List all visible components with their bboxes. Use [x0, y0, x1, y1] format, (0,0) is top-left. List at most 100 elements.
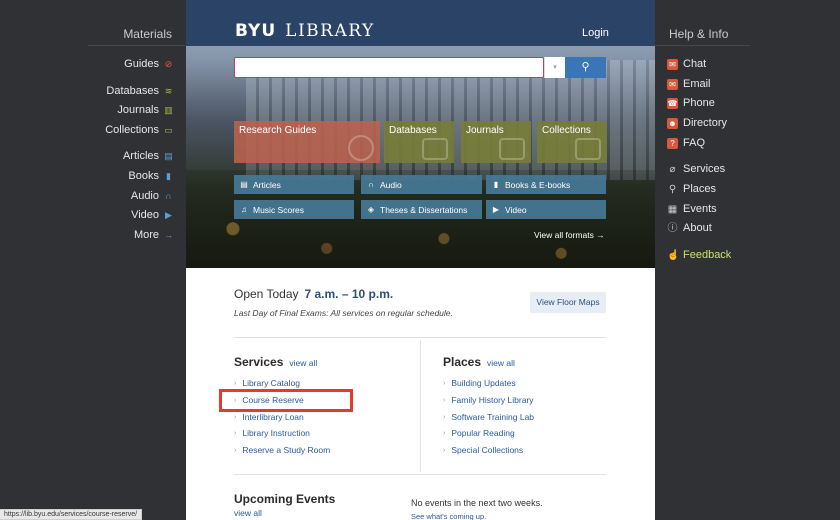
sidebar-item-books[interactable]: Books ▮	[128, 170, 173, 182]
search-button[interactable]: ⚲	[565, 57, 606, 78]
drawer-icon	[575, 138, 601, 160]
thumbs-up-icon: ☝	[667, 249, 680, 261]
browser-status-url: https://lib.byu.edu/services/course-rese…	[0, 509, 143, 520]
chevron-right-icon: ›	[234, 446, 237, 454]
header-bar: BYU LIBRARY Login	[186, 0, 655, 46]
help-item-directory[interactable]: ☻ Directory	[667, 117, 727, 129]
format-theses-button[interactable]: ◈ Theses & Dissertations	[361, 200, 482, 219]
sidebar-item-collections[interactable]: Collections ▭	[105, 124, 173, 136]
hours-time[interactable]: 7 a.m. – 10 p.m.	[305, 287, 394, 301]
upcoming-events-heading: Upcoming Events	[234, 492, 336, 506]
help-item-email[interactable]: ✉ Email	[667, 78, 711, 90]
video-icon: ▶	[165, 209, 172, 220]
events-view-all-link[interactable]: view all	[234, 508, 262, 518]
compass-icon	[348, 135, 374, 161]
format-label: Articles	[253, 179, 281, 190]
place-link-software-training[interactable]: › Software Training Lab	[443, 412, 534, 422]
service-link-library-instruction[interactable]: › Library Instruction	[234, 428, 310, 438]
hours-label: Open Today	[234, 287, 299, 301]
help-item-events[interactable]: ▦ Events	[667, 203, 717, 215]
format-video-button[interactable]: ▶ Video	[486, 200, 606, 219]
services-view-all-link[interactable]: view all	[289, 358, 317, 368]
hours-heading: Open Today 7 a.m. – 10 p.m.	[234, 287, 393, 301]
format-articles-button[interactable]: ▤ Articles	[234, 175, 354, 194]
format-music-scores-button[interactable]: ♫ Music Scores	[234, 200, 354, 219]
question-icon: ?	[667, 137, 678, 149]
document-icon: ▤	[240, 179, 248, 189]
help-item-faq[interactable]: ? FAQ	[667, 137, 705, 149]
help-item-label: Directory	[683, 117, 728, 129]
materials-title: Materials	[123, 27, 172, 41]
video-icon: ▶	[492, 204, 500, 214]
help-item-phone[interactable]: ☎ Phone	[667, 97, 715, 109]
sidebar-item-label: More	[133, 229, 159, 241]
research-guides-tile[interactable]: Research Guides	[234, 121, 380, 163]
place-link-special-collections[interactable]: › Special Collections	[443, 445, 523, 455]
sidebar-item-articles[interactable]: Articles ▤	[123, 150, 173, 162]
databases-tile[interactable]: Databases	[384, 121, 454, 163]
sidebar-item-journals[interactable]: Journals ▥	[117, 104, 173, 116]
journals-tile[interactable]: Journals	[461, 121, 531, 163]
main-content: BYU LIBRARY Login ▾ ⚲ Research Guides Da…	[186, 0, 655, 520]
no-events-message: No events in the next two weeks.	[411, 498, 543, 508]
place-link-building-updates[interactable]: › Building Updates	[443, 378, 516, 388]
help-item-about[interactable]: ⓘ About	[667, 222, 712, 234]
login-link[interactable]: Login	[582, 27, 609, 39]
places-heading: Places view all	[443, 355, 515, 369]
stack-icon: ≋	[164, 85, 173, 96]
view-all-formats-link[interactable]: View all formats →	[534, 230, 605, 240]
paperclip-icon: ⌀	[669, 163, 676, 175]
service-link-library-catalog[interactable]: › Library Catalog	[234, 378, 300, 388]
books-icon	[499, 138, 525, 160]
sidebar-item-label: Collections	[105, 124, 159, 136]
search-scope-dropdown[interactable]: ▾	[544, 57, 565, 78]
help-item-places[interactable]: ⚲ Places	[667, 183, 716, 195]
sidebar-item-databases[interactable]: Databases ≋	[106, 85, 173, 97]
help-item-chat[interactable]: ✉ Chat	[667, 58, 706, 70]
link-label: Family History Library	[451, 395, 534, 405]
feedback-link[interactable]: ☝ Feedback	[667, 249, 731, 261]
column-divider	[420, 340, 421, 472]
format-books-button[interactable]: ▮ Books & E-books	[486, 175, 606, 194]
logo-byu: BYU	[235, 21, 277, 41]
sidebar-item-video[interactable]: Video ▶	[131, 209, 173, 221]
format-label: Theses & Dissertations	[380, 204, 468, 215]
help-info-divider	[655, 45, 750, 46]
sidebar-item-guides[interactable]: Guides ⊘	[124, 58, 173, 70]
places-view-all-link[interactable]: view all	[487, 358, 515, 368]
tile-label: Databases	[389, 125, 437, 136]
see-coming-up-link[interactable]: See what's coming up.	[411, 512, 486, 520]
help-item-services[interactable]: ⌀ Services	[667, 163, 725, 175]
section-divider	[234, 474, 606, 475]
link-label: Reserve a Study Room	[242, 445, 331, 455]
format-label: Video	[505, 204, 527, 215]
tile-label: Journals	[466, 125, 504, 136]
help-item-label: Chat	[683, 58, 707, 70]
view-floor-maps-button[interactable]: View Floor Maps	[530, 292, 606, 313]
help-item-label: Email	[683, 78, 711, 90]
sidebar-item-audio[interactable]: Audio ∩	[131, 190, 173, 202]
format-label: Books & E-books	[505, 179, 571, 190]
link-label: Special Collections	[451, 445, 524, 455]
place-link-popular-reading[interactable]: › Popular Reading	[443, 428, 515, 438]
format-label: Music Scores	[253, 204, 305, 215]
sidebar-item-more[interactable]: More →	[134, 229, 173, 241]
format-audio-button[interactable]: ∩ Audio	[361, 175, 482, 194]
sidebar-item-label: Articles	[122, 150, 159, 162]
chevron-right-icon: ›	[234, 413, 237, 421]
byu-library-logo[interactable]: BYU LIBRARY	[235, 21, 375, 41]
collections-tile[interactable]: Collections	[537, 121, 607, 163]
place-link-family-history[interactable]: › Family History Library	[443, 395, 534, 405]
sidebar-item-label: Guides	[124, 58, 159, 70]
tile-label: Research Guides	[239, 125, 317, 136]
service-link-reserve-study-room[interactable]: › Reserve a Study Room	[234, 445, 330, 455]
headphones-icon: ∩	[368, 179, 374, 189]
chevron-right-icon: ›	[443, 396, 446, 404]
feedback-label: Feedback	[683, 249, 732, 261]
search-input[interactable]	[234, 57, 544, 78]
service-link-interlibrary-loan[interactable]: › Interlibrary Loan	[234, 412, 304, 422]
help-info-title: Help & Info	[669, 27, 729, 41]
sidebar-item-label: Databases	[106, 85, 159, 97]
logo-library: LIBRARY	[285, 21, 375, 41]
location-pin-icon: ⚲	[668, 183, 677, 195]
